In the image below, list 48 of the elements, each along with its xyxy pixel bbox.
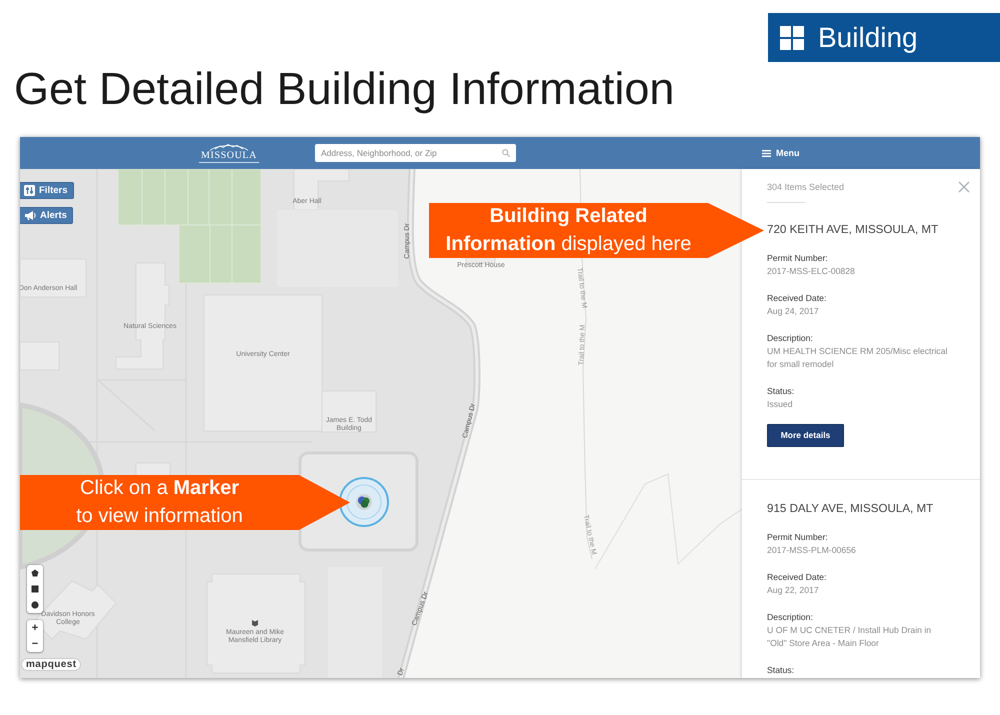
slide-title: Get Detailed Building Information <box>14 64 674 114</box>
marker-cluster-icon[interactable] <box>338 476 390 528</box>
field-label: Description: <box>767 332 813 345</box>
grass-field <box>178 224 210 284</box>
logo-text: MISSOULA <box>199 151 259 163</box>
sliders-icon <box>24 185 35 196</box>
selection-count: 304 Items Selected <box>767 182 844 193</box>
grass-field <box>210 224 232 284</box>
zoom-in-button[interactable]: + <box>27 620 43 636</box>
megaphone-icon <box>24 210 36 221</box>
filters-button[interactable]: Filters <box>20 182 74 199</box>
address-heading: 720 KEITH AVE, MISSOULA, MT <box>767 222 938 238</box>
field-value: 2017-MSS-ELC-00828 <box>767 265 856 278</box>
grass-field <box>232 224 262 284</box>
more-details-button[interactable]: More details <box>767 424 844 447</box>
grid-icon <box>780 26 804 50</box>
grass-field <box>118 169 142 226</box>
book-icon <box>252 620 258 626</box>
field-label: Permit Number: <box>767 531 828 544</box>
search-field[interactable]: Address, Neighborhood, or Zip <box>315 144 516 162</box>
badge-label: Building <box>818 22 918 54</box>
field-value: U OF M UC CNETER / Install Hub Drain in "Old" Store Area - Main Floor <box>767 624 932 650</box>
grass-field <box>208 169 232 226</box>
field-label: Received Date: <box>767 292 826 305</box>
zoom-out-button[interactable]: − <box>27 636 43 652</box>
grass-field <box>188 169 210 226</box>
field-value: UM HEALTH SCIENCE RM 205/Misc electrical for small remodel <box>767 345 948 371</box>
square-icon <box>31 585 39 593</box>
field-label: Received Date: <box>767 571 826 584</box>
search-icon <box>502 149 510 157</box>
grass-field <box>142 169 166 226</box>
field-label: Description: <box>767 611 813 624</box>
menu-button[interactable]: Menu <box>762 148 800 158</box>
field-value: Aug 22, 2017 <box>767 584 820 597</box>
field-label: Permit Number: <box>767 252 828 265</box>
field-value: 2017-MSS-PLM-00656 <box>767 544 857 557</box>
field-value: Aug 24, 2017 <box>767 305 820 318</box>
grass-field <box>232 169 262 226</box>
grass-field <box>164 169 188 226</box>
field-label: Status: <box>767 385 794 398</box>
field-label: Status: <box>767 664 794 677</box>
address-heading: 915 DALY AVE, MISSOULA, MT <box>767 501 934 517</box>
mountain-logo-icon <box>209 143 249 151</box>
circle-icon <box>31 601 39 609</box>
field-value: Issued <box>767 398 794 411</box>
menu-icon <box>762 150 771 156</box>
map-attribution-logo: mapquest <box>22 659 80 670</box>
alerts-button[interactable]: Alerts <box>20 207 73 224</box>
